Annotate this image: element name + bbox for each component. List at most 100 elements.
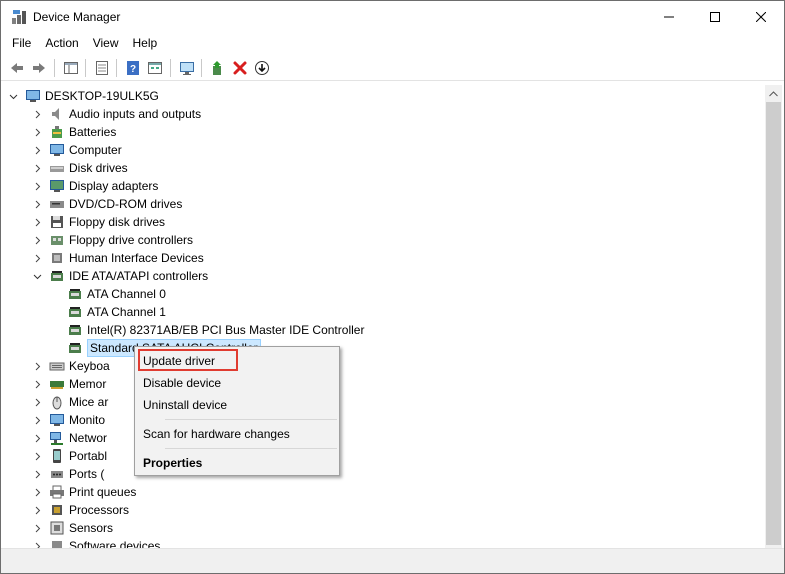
vertical-scrollbar[interactable] bbox=[765, 85, 782, 548]
tree-item-processors[interactable]: Processors bbox=[31, 501, 129, 519]
tree-item-monitors[interactable]: Monito bbox=[31, 411, 105, 429]
tree-item-intel-ide-controller[interactable]: Intel(R) 82371AB/EB PCI Bus Master IDE C… bbox=[67, 321, 364, 339]
tree-item-label: Disk drives bbox=[69, 161, 128, 175]
maximize-button[interactable] bbox=[692, 1, 738, 33]
keyboard-icon bbox=[49, 358, 65, 374]
expand-chevron-icon[interactable] bbox=[31, 231, 43, 249]
tree-item-ide-controllers[interactable]: IDE ATA/ATAPI controllers bbox=[31, 267, 208, 285]
processor-icon bbox=[49, 502, 65, 518]
expand-chevron-icon[interactable] bbox=[31, 411, 43, 429]
tree-item-label: Keyboa bbox=[69, 359, 110, 373]
tree-item-label: Mice ar bbox=[69, 395, 109, 409]
tree-item-audio[interactable]: Audio inputs and outputs bbox=[31, 105, 201, 123]
speaker-icon bbox=[49, 106, 65, 122]
uninstall-x-icon[interactable] bbox=[230, 58, 250, 78]
expand-chevron-icon[interactable] bbox=[31, 141, 43, 159]
expand-chevron-icon[interactable] bbox=[31, 447, 43, 465]
expand-chevron-icon[interactable] bbox=[31, 357, 43, 375]
menu-properties[interactable]: Properties bbox=[137, 452, 337, 474]
tree-item-label: ATA Channel 0 bbox=[87, 287, 166, 301]
tree-item-mice[interactable]: Mice ar bbox=[31, 393, 108, 411]
expand-chevron-icon[interactable] bbox=[31, 195, 43, 213]
show-hide-tree-icon[interactable] bbox=[61, 58, 81, 78]
properties-icon[interactable] bbox=[92, 58, 112, 78]
expand-chevron-icon[interactable] bbox=[31, 501, 43, 519]
menu-action[interactable]: Action bbox=[38, 34, 85, 53]
tree-item-hid[interactable]: Human Interface Devices bbox=[31, 249, 204, 267]
monitor-scan-icon[interactable] bbox=[177, 58, 197, 78]
tree-item-computer[interactable]: Computer bbox=[31, 141, 122, 159]
collapse-chevron-icon[interactable] bbox=[31, 267, 43, 285]
ide-channel-icon bbox=[67, 286, 83, 302]
tree-item-keyboards[interactable]: Keyboa bbox=[31, 357, 110, 375]
menu-file[interactable]: File bbox=[5, 34, 38, 53]
tree-item-label: Ports ( bbox=[69, 467, 105, 481]
tree-item-label: Display adapters bbox=[69, 179, 159, 193]
status-bar bbox=[1, 548, 784, 573]
tree-item-label: Processors bbox=[69, 503, 130, 517]
tree-item-display-adapters[interactable]: Display adapters bbox=[31, 177, 158, 195]
action-view-icon[interactable] bbox=[145, 58, 165, 78]
computer-icon bbox=[25, 88, 41, 104]
tree-item-portable[interactable]: Portabl bbox=[31, 447, 107, 465]
computer-icon bbox=[49, 142, 65, 158]
expand-chevron-icon[interactable] bbox=[31, 123, 43, 141]
tree-item-print-queues[interactable]: Print queues bbox=[31, 483, 136, 501]
tree-item-software-devices[interactable]: Software devices bbox=[31, 537, 160, 548]
update-driver-icon[interactable] bbox=[208, 58, 228, 78]
tree-item-floppy-controllers[interactable]: Floppy drive controllers bbox=[31, 231, 193, 249]
menu-scan-hardware[interactable]: Scan for hardware changes bbox=[137, 423, 337, 445]
tree-item-disk-drives[interactable]: Disk drives bbox=[31, 159, 128, 177]
tree-item-ata-channel-1[interactable]: ATA Channel 1 bbox=[67, 303, 166, 321]
expand-chevron-icon[interactable] bbox=[31, 519, 43, 537]
tree-item-dvd-drives[interactable]: DVD/CD-ROM drives bbox=[31, 195, 182, 213]
device-manager-window: Device Manager File Action View Help ? D… bbox=[0, 0, 785, 574]
minimize-button[interactable] bbox=[646, 1, 692, 33]
tree-item-label: Computer bbox=[69, 143, 122, 157]
menu-help[interactable]: Help bbox=[126, 34, 165, 53]
menu-item-label: Uninstall device bbox=[143, 398, 228, 412]
tree-item-ports[interactable]: Ports ( bbox=[31, 465, 104, 483]
menu-uninstall-device[interactable]: Uninstall device bbox=[137, 394, 337, 416]
expand-chevron-icon[interactable] bbox=[31, 465, 43, 483]
expand-chevron-icon[interactable] bbox=[31, 393, 43, 411]
expand-chevron-icon[interactable] bbox=[31, 483, 43, 501]
printer-icon bbox=[49, 484, 65, 500]
expand-chevron-icon[interactable] bbox=[31, 177, 43, 195]
expand-chevron-icon[interactable] bbox=[31, 429, 43, 447]
hid-icon bbox=[49, 250, 65, 266]
tree-item-label: Audio inputs and outputs bbox=[69, 107, 202, 121]
tree-item-label: Portabl bbox=[69, 449, 108, 463]
forward-arrow-icon[interactable] bbox=[29, 58, 49, 78]
title-bar: Device Manager bbox=[1, 1, 784, 33]
tree-item-label: Human Interface Devices bbox=[69, 251, 204, 265]
expand-chevron-icon[interactable] bbox=[31, 375, 43, 393]
software-device-icon bbox=[49, 538, 65, 548]
tree-item-label: Batteries bbox=[69, 125, 117, 139]
menu-disable-device[interactable]: Disable device bbox=[137, 372, 337, 394]
help-icon[interactable]: ? bbox=[123, 58, 143, 78]
tree-item-sensors[interactable]: Sensors bbox=[31, 519, 113, 537]
collapse-chevron-icon[interactable] bbox=[7, 87, 19, 105]
scrollbar-thumb[interactable] bbox=[766, 102, 781, 545]
scroll-up-icon[interactable] bbox=[765, 85, 782, 102]
tree-item-memory[interactable]: Memor bbox=[31, 375, 106, 393]
expand-chevron-icon[interactable] bbox=[31, 249, 43, 267]
expand-chevron-icon[interactable] bbox=[31, 105, 43, 123]
tree-item-ata-channel-0[interactable]: ATA Channel 0 bbox=[67, 285, 166, 303]
tree-item-network[interactable]: Networ bbox=[31, 429, 107, 447]
menu-item-label: Disable device bbox=[143, 376, 222, 390]
close-button[interactable] bbox=[738, 1, 784, 33]
disable-down-arrow-icon[interactable] bbox=[252, 58, 272, 78]
tree-root[interactable]: DESKTOP-19ULK5G bbox=[7, 87, 159, 105]
expand-chevron-icon[interactable] bbox=[31, 159, 43, 177]
expand-chevron-icon[interactable] bbox=[31, 213, 43, 231]
back-arrow-icon[interactable] bbox=[7, 58, 27, 78]
tree-item-label: Print queues bbox=[69, 485, 137, 499]
toolbar: ? bbox=[1, 55, 784, 81]
menu-view[interactable]: View bbox=[86, 34, 126, 53]
tree-item-label: DVD/CD-ROM drives bbox=[69, 197, 183, 211]
tree-item-batteries[interactable]: Batteries bbox=[31, 123, 116, 141]
expand-chevron-icon[interactable] bbox=[31, 537, 43, 548]
tree-item-floppy-disk[interactable]: Floppy disk drives bbox=[31, 213, 165, 231]
